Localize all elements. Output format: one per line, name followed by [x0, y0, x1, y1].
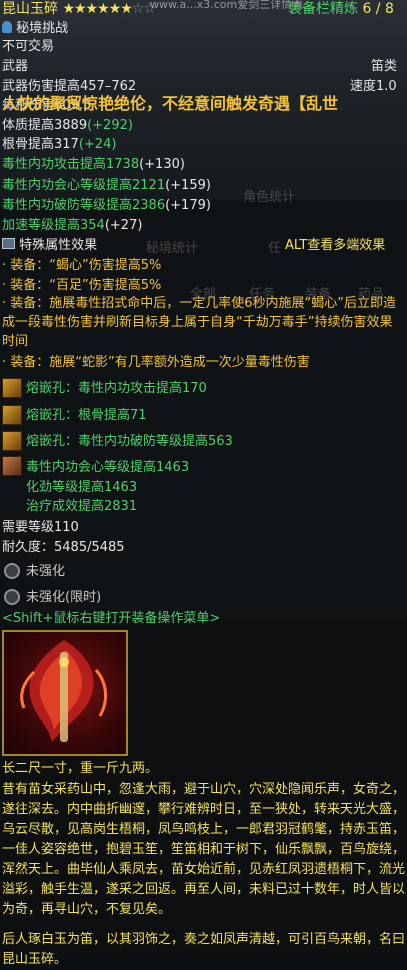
item-title-row: 昆山玉碎 ★★★★★★☆☆: [2, 0, 156, 18]
star-filled-icons: ★★★★★★: [62, 1, 132, 17]
role-stats-tab[interactable]: 角色统计: [243, 186, 295, 205]
stat-row-constitution: 体质提高3889(+292): [2, 117, 133, 135]
bg-label: 任: [268, 241, 282, 256]
stat-bonus: (+179): [165, 198, 211, 213]
refine-indicator: 装备栏精炼 6 / 8: [288, 0, 394, 18]
socket-gem-icon: [2, 378, 22, 398]
alt-hint: ALT查看多端效果: [285, 238, 386, 253]
enchant-icon: [2, 456, 22, 476]
enchant-3: 治疗成效提高2831: [26, 499, 138, 514]
special-effect-2: · 装备：“百足”伤害提高5%: [2, 278, 162, 293]
special-effect-4: · 装备：施展“蛇影”有几率额外造成一次少量毒性伤害: [2, 355, 310, 370]
special-effects-title: 特殊属性效果: [19, 238, 98, 253]
stat-base: 毒性内功破防等级提高2386: [2, 198, 166, 213]
stat-bonus: (+130): [139, 157, 185, 172]
stat-bonus: (+24): [78, 137, 117, 152]
stat-row-poison-attack: 毒性内功攻击提高1738(+130): [2, 156, 185, 174]
strengthen-slot-icon: [4, 589, 20, 605]
operation-menu-hint: <Shift+鼠标右键打开装备操作菜单>: [2, 611, 221, 626]
strengthen-timed-status: 未强化(限时): [26, 590, 102, 605]
source-row: 秘境挑战: [2, 20, 68, 38]
item-lore: 昔有苗女采药山中，忽逢大雨，避于山穴，穴深处隐闻乐声，女奇之，遂往深去。内中曲折…: [2, 782, 406, 917]
stat-bonus: (+27): [104, 218, 143, 233]
enchant-1: 毒性内功会心等级提高1463: [26, 460, 190, 475]
item-slot: 武器: [2, 59, 29, 74]
phoenix-flute-icon: [20, 640, 107, 742]
special-effect-1: · 装备：“蝎心”伤害提高5%: [2, 258, 162, 273]
secret-stats-tab[interactable]: 秘境统计: [146, 237, 198, 256]
item-tooltip: 昆山玉碎 ★★★★★★☆☆ www.a...x3.com爱剑三详情看... 装备…: [0, 0, 407, 967]
durability: 耐久度：5485/5485: [2, 540, 125, 555]
item-size-description: 长二尺一寸，重一斤九两。: [2, 761, 159, 776]
level-requirement: 需要等级110: [2, 520, 79, 535]
socket-gem-icon: [2, 405, 22, 425]
star-rating: ★★★★★★☆☆: [62, 1, 155, 17]
refine-value: 6 / 8: [362, 1, 394, 17]
socket-2: 熔嵌孔：根骨提高71: [26, 408, 147, 423]
refine-label: 装备栏精炼: [288, 1, 358, 17]
stat-bonus: (+292): [87, 118, 133, 133]
stat-row-spirit: 根骨提高317(+24): [2, 136, 116, 154]
attack-speed: 速度1.0: [350, 79, 397, 94]
stat-bonus: (+159): [165, 178, 211, 193]
stat-base: 根骨提高317: [2, 137, 79, 152]
dungeon-icon: [2, 21, 12, 33]
item-portrait-image: [2, 630, 128, 756]
stat-base: 加速等级提高354: [2, 218, 105, 233]
weapon-type: 笛类: [371, 59, 398, 74]
socket-3: 熔嵌孔：毒性内功破防等级提高563: [26, 434, 233, 449]
monitor-icon: [2, 238, 15, 249]
stat-row-haste: 加速等级提高354(+27): [2, 217, 142, 235]
stat-row-poison-crit: 毒性内功会心等级提高2121(+159): [2, 177, 211, 195]
enchant-2: 化劲等级提高1463: [26, 480, 138, 495]
stat-base: 体质提高3889: [2, 118, 88, 133]
bind-status: 不可交易: [2, 39, 55, 54]
socket-1: 熔嵌孔：毒性内功攻击提高170: [26, 381, 207, 396]
item-source: 秘境挑战: [16, 21, 69, 36]
socket-gem-icon: [2, 431, 22, 451]
event-banner: 人快的聚贸惊艳绝伦，不经意间触发奇遇【乱世: [2, 94, 339, 113]
stat-row-poison-overcome: 毒性内功破防等级提高2386(+179): [2, 197, 211, 215]
item-lore-continued: 后人琢白玉为笛，以其羽饰之，奏之如凤声清越，可引百鸟来朝，名曰昆山玉碎。: [2, 932, 406, 967]
strengthen-status: 未强化: [26, 564, 66, 579]
special-effects-title-row: 特殊属性效果: [2, 237, 97, 255]
special-effect-3: · 装备：施展毒性招式命中后，一定几率使6秒内施展“蝎心”后立即造成一段毒性伤害…: [2, 296, 397, 349]
item-name: 昆山玉碎: [2, 1, 58, 17]
strengthen-slot-icon: [4, 563, 20, 579]
stat-base: 毒性内功攻击提高1738: [2, 157, 140, 172]
stat-base: 毒性内功会心等级提高2121: [2, 178, 166, 193]
